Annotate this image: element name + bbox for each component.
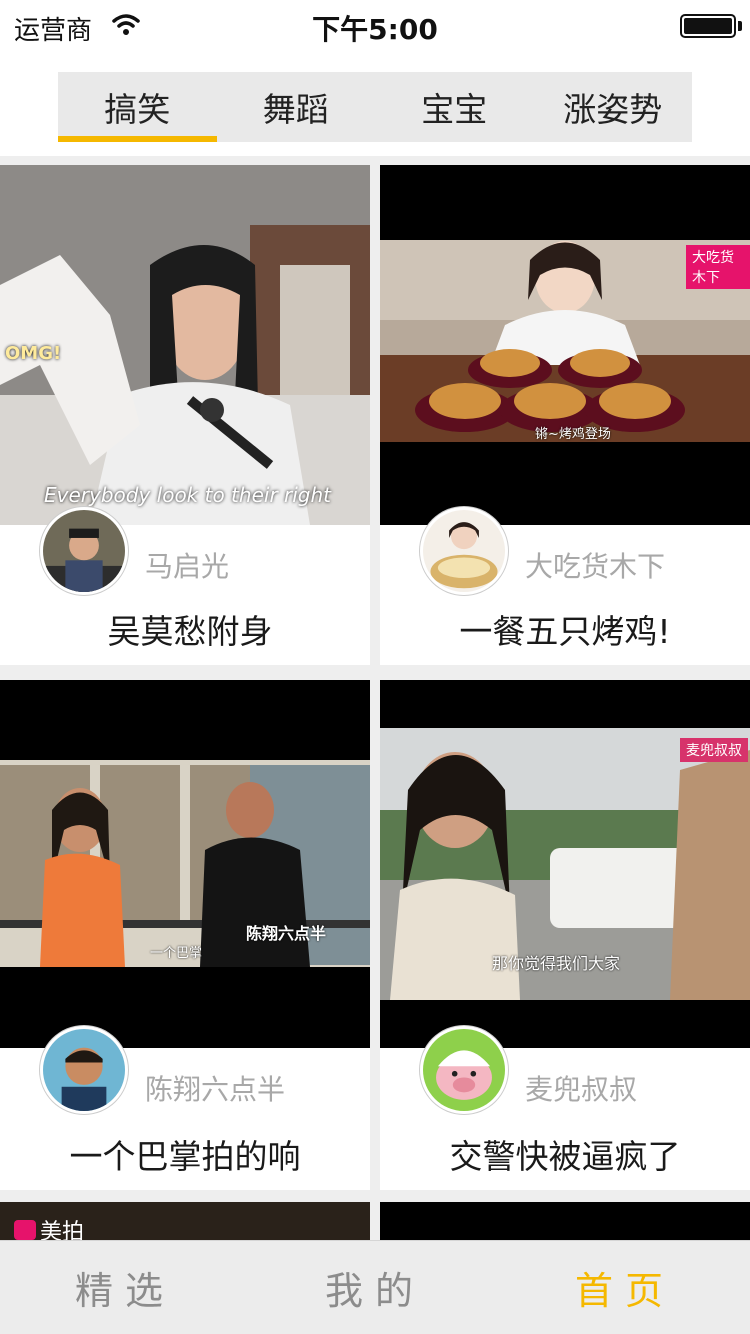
video-thumbnail: 大吃货木下 锵~烤鸡登场 [380,165,750,525]
video-subtitle: 锵~烤鸡登场 [535,427,611,442]
avatar[interactable] [40,1026,128,1114]
tab-funny[interactable]: 搞笑 [58,72,217,142]
nav-home[interactable]: 首页 [500,1241,750,1334]
video-thumbnail: OMG! Everybody look to their right [0,165,370,525]
avatar[interactable] [40,507,128,595]
battery-icon [680,14,736,38]
battery-tip [738,21,742,31]
watermark: 陈翔六点半 [246,924,327,943]
author-name: 麦兜叔叔 [525,1073,638,1106]
tab-baby[interactable]: 宝宝 [375,72,534,142]
author-name: 马启光 [145,550,230,583]
tab-knowledge[interactable]: 涨姿势 [534,72,693,142]
video-subtitle: 一个巴掌 [150,946,203,961]
tab-dance[interactable]: 舞蹈 [217,72,376,142]
video-title: 交警快被逼疯了 [449,1137,681,1176]
video-card[interactable]: 麦兜叔叔 那你觉得我们大家 麦兜叔叔 交警快被逼疯了 [380,680,750,1190]
video-subtitle: 那你觉得我们大家 [492,954,621,973]
bottom-nav: 精选 我的 首页 [0,1240,750,1334]
status-time: 下午5:00 [312,13,438,46]
video-card[interactable] [380,1202,750,1240]
avatar[interactable] [420,507,508,595]
video-title: 一餐五只烤鸡! [459,612,671,651]
video-title: 吴莫愁附身 [107,612,273,651]
nav-mine[interactable]: 我的 [250,1241,500,1334]
video-card[interactable]: 一个巴掌 陈翔六点半 陈翔六点半 一个巴掌拍的响 [0,680,370,1190]
author-name: 大吃货木下 [525,550,666,583]
nav-featured[interactable]: 精选 [0,1241,250,1334]
omg-sticker: OMG! [5,343,62,364]
video-thumbnail: 麦兜叔叔 那你觉得我们大家 [380,680,750,1048]
meipai-logo-icon [14,1220,36,1240]
status-bar: 运营商 下午5:00 [0,0,750,52]
video-title: 一个巴掌拍的响 [69,1137,301,1176]
video-caption: Everybody look to their right [44,483,332,507]
channel-tag: 麦兜叔叔 [680,738,748,762]
category-tabs: 搞笑 舞蹈 宝宝 涨姿势 [58,72,692,142]
channel-tag: 大吃货木下 [686,245,750,289]
video-card[interactable]: 大吃货木下 锵~烤鸡登场 大吃货木下 一餐五只烤鸡! [380,165,750,665]
author-name: 陈翔六点半 [145,1073,286,1106]
avatar[interactable] [420,1026,508,1114]
video-thumbnail: 一个巴掌 陈翔六点半 [0,680,370,1048]
video-card[interactable]: OMG! Everybody look to their right 马启光 吴… [0,165,370,665]
